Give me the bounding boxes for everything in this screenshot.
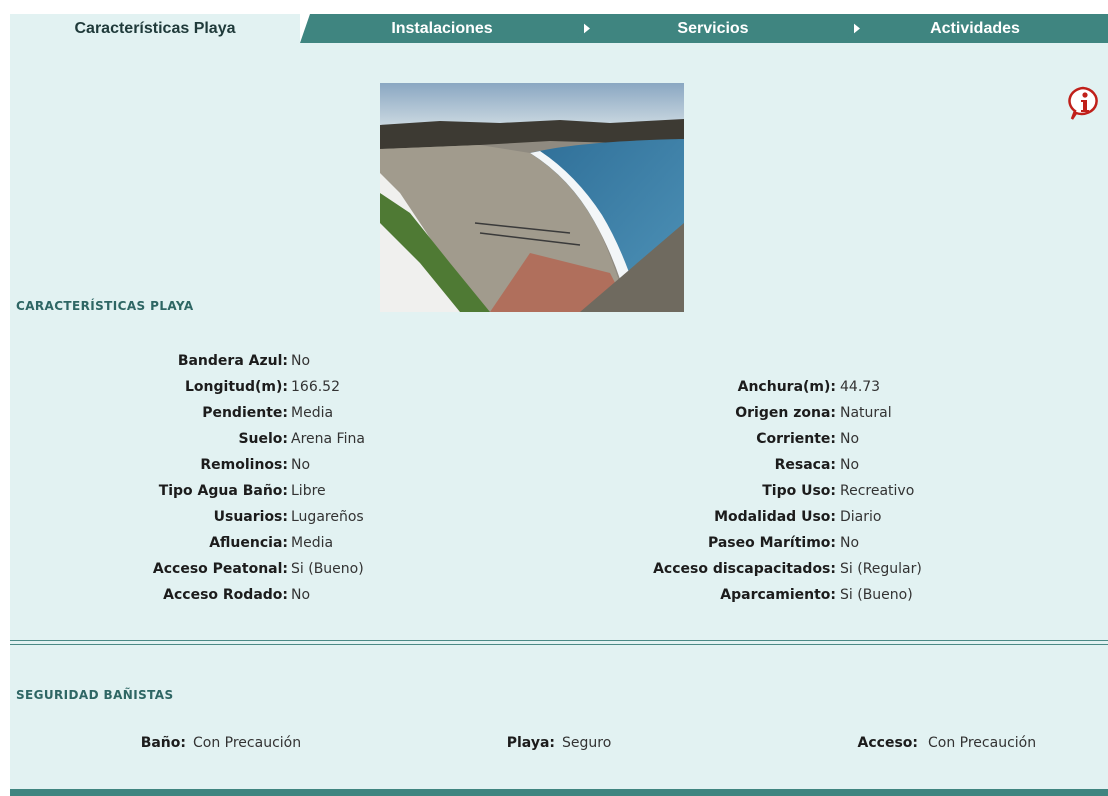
field-aparcamiento: Aparcamiento: Si (Bueno) xyxy=(10,587,1108,607)
field-value: Diario xyxy=(840,509,882,525)
field-acceso-discapacitados: Acceso discapacitados: Si (Regular) xyxy=(10,561,1108,581)
section-divider xyxy=(10,640,1108,641)
field-value: Recreativo xyxy=(840,483,915,499)
bottom-bar xyxy=(10,789,1108,796)
field-value: No xyxy=(840,431,860,447)
content-panel: CARACTERÍSTICAS PLAYA Bandera Azul: No L… xyxy=(10,43,1108,789)
field-label: Origen zona: xyxy=(735,405,836,421)
field-label: Paseo Marítimo: xyxy=(707,535,836,551)
field-label: Corriente: xyxy=(756,431,836,447)
beach-photo xyxy=(380,83,684,312)
field-label: Bandera Azul: xyxy=(177,353,288,369)
field-label: Tipo Uso: xyxy=(762,483,836,499)
field-label: Acceso: xyxy=(857,735,918,751)
field-label: Aparcamiento: xyxy=(720,587,836,603)
section-divider xyxy=(10,644,1108,645)
field-value: 44.73 xyxy=(840,379,881,395)
tab-actividades[interactable]: Actividades xyxy=(842,14,1108,43)
field-value: Si (Bueno) xyxy=(840,587,913,603)
field-corriente: Corriente: No xyxy=(10,431,1108,451)
field-value: No xyxy=(291,353,311,369)
field-bandera-azul: Bandera Azul: No xyxy=(10,353,1108,373)
tab-caracteristicas-playa[interactable]: Características Playa xyxy=(10,14,300,43)
field-label: Acceso discapacitados: xyxy=(653,561,836,577)
tab-bar: Características Playa Instalaciones Serv… xyxy=(10,14,1108,43)
field-label: Anchura(m): xyxy=(737,379,836,395)
field-label: Resaca: xyxy=(774,457,836,473)
section-title-seguridad: SEGURIDAD BAÑISTAS xyxy=(16,688,174,702)
safety-acceso: Acceso: Con Precaución xyxy=(10,735,1108,755)
field-label: Modalidad Uso: xyxy=(714,509,836,525)
field-value: Con Precaución xyxy=(928,735,1037,751)
section-title-caracteristicas: CARACTERÍSTICAS PLAYA xyxy=(16,299,194,313)
field-origen-zona: Origen zona: Natural xyxy=(10,405,1108,425)
tab-instalaciones[interactable]: Instalaciones xyxy=(300,14,584,43)
field-resaca: Resaca: No xyxy=(10,457,1108,477)
field-value: No xyxy=(840,535,860,551)
field-anchura: Anchura(m): 44.73 xyxy=(10,379,1108,399)
field-value: Si (Regular) xyxy=(840,561,922,577)
tab-servicios[interactable]: Servicios xyxy=(572,14,854,43)
field-value: No xyxy=(840,457,860,473)
info-icon[interactable] xyxy=(1066,86,1100,120)
field-value: Natural xyxy=(840,405,892,421)
field-modalidad-uso: Modalidad Uso: Diario xyxy=(10,509,1108,529)
field-paseo-maritimo: Paseo Marítimo: No xyxy=(10,535,1108,555)
field-tipo-uso: Tipo Uso: Recreativo xyxy=(10,483,1108,503)
